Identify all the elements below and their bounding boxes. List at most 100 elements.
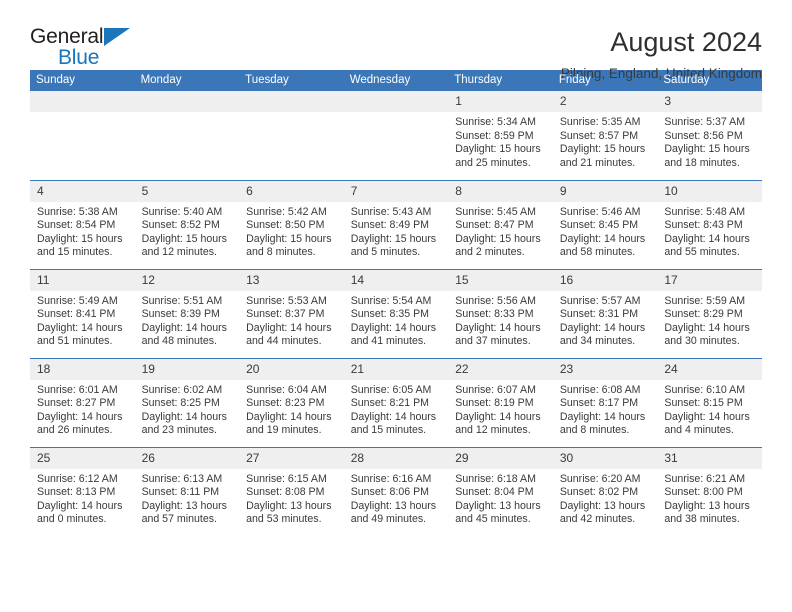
day-details: Sunrise: 6:01 AM Sunset: 8:27 PM Daylight:…: [30, 380, 135, 438]
day-detail-line: Daylight: 14 hours: [246, 410, 332, 423]
calendar-day-cell[interactable]: 19 Sunrise: 6:02 AM Sunset: 8:25 PM Dayligh…: [134, 357, 240, 447]
day-detail-line: Sunrise: 5:51 AM: [141, 294, 223, 307]
day-detail-line: Daylight: 15 hours: [455, 143, 541, 156]
day-number: 6: [239, 180, 344, 202]
day-detail-line: and 25 minutes.: [455, 156, 531, 169]
day-detail-line: and 12 minutes.: [455, 424, 531, 437]
day-number: 1: [448, 91, 553, 112]
weekday-header-cell: Monday: [134, 70, 240, 91]
day-detail-line: and 53 minutes.: [246, 513, 322, 526]
calendar-day-cell[interactable]: 8 Sunrise: 5:45 AM Sunset: 8:47 PM Daylight…: [448, 179, 553, 269]
calendar-day-cell[interactable]: 27 Sunrise: 6:15 AM Sunset: 8:08 PM Dayligh…: [239, 446, 344, 536]
calendar-week-row: 4 Sunrise: 5:38 AM Sunset: 8:54 PM Daylight…: [30, 179, 762, 269]
brand-logo[interactable]: General Blue: [30, 26, 150, 72]
calendar-day-cell[interactable]: 21 Sunrise: 6:05 AM Sunset: 8:21 PM Dayligh…: [343, 357, 449, 447]
calendar-day-cell[interactable]: 9 Sunrise: 5:46 AM Sunset: 8:45 PM Daylight…: [552, 179, 658, 269]
calendar-day-cell[interactable]: 3 Sunrise: 5:37 AM Sunset: 8:56 PM Daylight…: [657, 91, 762, 180]
day-details: Sunrise: 5:54 AM Sunset: 8:35 PM Daylight:…: [344, 291, 449, 349]
day-number: 21: [343, 358, 449, 380]
day-details: Sunrise: 5:35 AM Sunset: 8:57 PM Daylight:…: [553, 112, 658, 170]
day-detail-line: Daylight: 15 hours: [664, 143, 750, 156]
day-detail-line: Daylight: 14 hours: [141, 410, 227, 423]
day-number: 25: [30, 447, 135, 469]
calendar-day-cell[interactable]: 17 Sunrise: 5:59 AM Sunset: 8:29 PM Dayligh…: [657, 268, 762, 358]
day-detail-line: and 15 minutes.: [350, 424, 427, 437]
calendar-day-cell[interactable]: 26 Sunrise: 6:13 AM Sunset: 8:11 PM Dayligh…: [134, 446, 240, 536]
calendar-day-cell[interactable]: 10 Sunrise: 5:48 AM Sunset: 8:43 PM Dayligh…: [657, 179, 762, 269]
day-detail-line: Daylight: 14 hours: [350, 321, 437, 334]
day-detail-line: and 21 minutes.: [559, 156, 636, 169]
day-details: [239, 112, 344, 116]
calendar-day-cell[interactable]: 29 Sunrise: 6:18 AM Sunset: 8:04 PM Dayligh…: [448, 446, 553, 536]
day-detail-line: Sunset: 8:49 PM: [350, 219, 430, 232]
calendar-day-cell[interactable]: 2 Sunrise: 5:35 AM Sunset: 8:57 PM Daylight…: [552, 91, 658, 180]
weekday-header-cell: Thursday: [448, 70, 553, 91]
day-details: Sunrise: 5:45 AM Sunset: 8:47 PM Daylight:…: [448, 202, 553, 260]
calendar-day-cell[interactable]: 28 Sunrise: 6:16 AM Sunset: 8:06 PM Dayligh…: [343, 446, 449, 536]
day-number: 10: [657, 180, 762, 202]
day-detail-line: Daylight: 13 hours: [455, 499, 541, 512]
day-detail-line: Daylight: 14 hours: [246, 321, 332, 334]
day-detail-line: Sunrise: 6:18 AM: [455, 472, 536, 485]
day-detail-line: and 0 minutes.: [37, 513, 107, 526]
day-detail-line: Sunrise: 5:43 AM: [350, 205, 432, 218]
day-detail-line: Sunrise: 5:49 AM: [37, 294, 118, 307]
calendar-day-cell[interactable]: 7 Sunrise: 5:43 AM Sunset: 8:49 PM Daylight…: [343, 179, 449, 269]
day-detail-line: Sunrise: 6:12 AM: [37, 472, 118, 485]
calendar-day-cell[interactable]: 15 Sunrise: 5:56 AM Sunset: 8:33 PM Dayligh…: [448, 268, 553, 358]
day-detail-line: and 38 minutes.: [664, 513, 740, 526]
day-detail-line: Sunset: 8:59 PM: [455, 129, 534, 142]
day-detail-line: Sunset: 8:11 PM: [141, 486, 220, 499]
day-detail-line: Sunset: 8:13 PM: [37, 486, 116, 499]
day-detail-line: Sunrise: 5:53 AM: [246, 294, 327, 307]
day-detail-line: and 44 minutes.: [246, 335, 322, 348]
day-number: 28: [343, 447, 449, 469]
calendar-day-cell[interactable]: 23 Sunrise: 6:08 AM Sunset: 8:17 PM Dayligh…: [552, 357, 658, 447]
day-detail-line: Sunset: 8:54 PM: [37, 219, 116, 232]
day-detail-line: Daylight: 13 hours: [246, 499, 332, 512]
day-detail-line: Daylight: 14 hours: [664, 410, 750, 423]
calendar-day-cell[interactable]: 30 Sunrise: 6:20 AM Sunset: 8:02 PM Dayligh…: [552, 446, 658, 536]
day-details: Sunrise: 5:42 AM Sunset: 8:50 PM Daylight:…: [239, 202, 344, 260]
calendar-day-cell[interactable]: 12 Sunrise: 5:51 AM Sunset: 8:39 PM Dayligh…: [134, 268, 240, 358]
day-details: Sunrise: 5:51 AM Sunset: 8:39 PM Daylight:…: [135, 291, 240, 349]
calendar-day-cell[interactable]: 24 Sunrise: 6:10 AM Sunset: 8:15 PM Dayligh…: [657, 357, 762, 447]
day-number: 11: [30, 269, 135, 291]
day-number: 3: [657, 91, 762, 112]
day-detail-line: Daylight: 14 hours: [37, 321, 123, 334]
day-details: [344, 112, 449, 116]
calendar-day-cell[interactable]: 18 Sunrise: 6:01 AM Sunset: 8:27 PM Dayligh…: [30, 357, 135, 447]
calendar-body: 1 Sunrise: 5:34 AM Sunset: 8:59 PM Daylight…: [30, 91, 762, 536]
calendar-day-cell[interactable]: 13 Sunrise: 5:53 AM Sunset: 8:37 PM Dayligh…: [239, 268, 344, 358]
day-detail-line: Sunset: 8:15 PM: [664, 397, 743, 410]
calendar-day-cell[interactable]: 11 Sunrise: 5:49 AM Sunset: 8:41 PM Dayligh…: [30, 268, 135, 358]
calendar-day-cell[interactable]: 1 Sunrise: 5:34 AM Sunset: 8:59 PM Daylight…: [448, 91, 553, 180]
day-detail-line: Sunrise: 5:34 AM: [455, 116, 536, 128]
calendar-day-cell[interactable]: 5 Sunrise: 5:40 AM Sunset: 8:52 PM Daylight…: [134, 179, 240, 269]
day-details: Sunrise: 6:05 AM Sunset: 8:21 PM Daylight:…: [344, 380, 449, 438]
day-detail-line: Sunset: 8:45 PM: [559, 219, 639, 232]
calendar-day-cell[interactable]: 14 Sunrise: 5:54 AM Sunset: 8:35 PM Dayligh…: [343, 268, 449, 358]
day-details: Sunrise: 6:02 AM Sunset: 8:25 PM Daylight:…: [135, 380, 240, 438]
calendar-day-cell[interactable]: 22 Sunrise: 6:07 AM Sunset: 8:19 PM Dayligh…: [448, 357, 553, 447]
day-detail-line: Sunset: 8:23 PM: [246, 397, 325, 410]
calendar-day-cell[interactable]: 4 Sunrise: 5:38 AM Sunset: 8:54 PM Daylight…: [30, 179, 135, 269]
calendar-empty-cell: [343, 91, 449, 180]
calendar-day-cell[interactable]: 25 Sunrise: 6:12 AM Sunset: 8:13 PM Dayligh…: [30, 446, 135, 536]
calendar-day-cell[interactable]: 16 Sunrise: 5:57 AM Sunset: 8:31 PM Dayligh…: [552, 268, 658, 358]
day-detail-line: Daylight: 15 hours: [37, 232, 123, 245]
day-detail-line: and 42 minutes.: [559, 513, 636, 526]
day-number: 15: [448, 269, 553, 291]
day-number: 19: [134, 358, 240, 380]
day-number: 23: [552, 358, 658, 380]
calendar-day-cell[interactable]: 31 Sunrise: 6:21 AM Sunset: 8:00 PM Dayligh…: [657, 446, 762, 536]
day-detail-line: and 45 minutes.: [455, 513, 531, 526]
calendar-day-cell[interactable]: 20 Sunrise: 6:04 AM Sunset: 8:23 PM Dayligh…: [239, 357, 344, 447]
calendar-day-cell[interactable]: 6 Sunrise: 5:42 AM Sunset: 8:50 PM Daylight…: [239, 179, 344, 269]
day-detail-line: Daylight: 14 hours: [559, 232, 646, 245]
day-detail-line: Sunset: 8:21 PM: [350, 397, 430, 410]
day-detail-line: and 49 minutes.: [350, 513, 427, 526]
day-details: Sunrise: 5:38 AM Sunset: 8:54 PM Daylight:…: [30, 202, 135, 260]
day-number: 12: [134, 269, 240, 291]
title-block: August 2024 Pilning, England, United Kin…: [561, 26, 762, 83]
